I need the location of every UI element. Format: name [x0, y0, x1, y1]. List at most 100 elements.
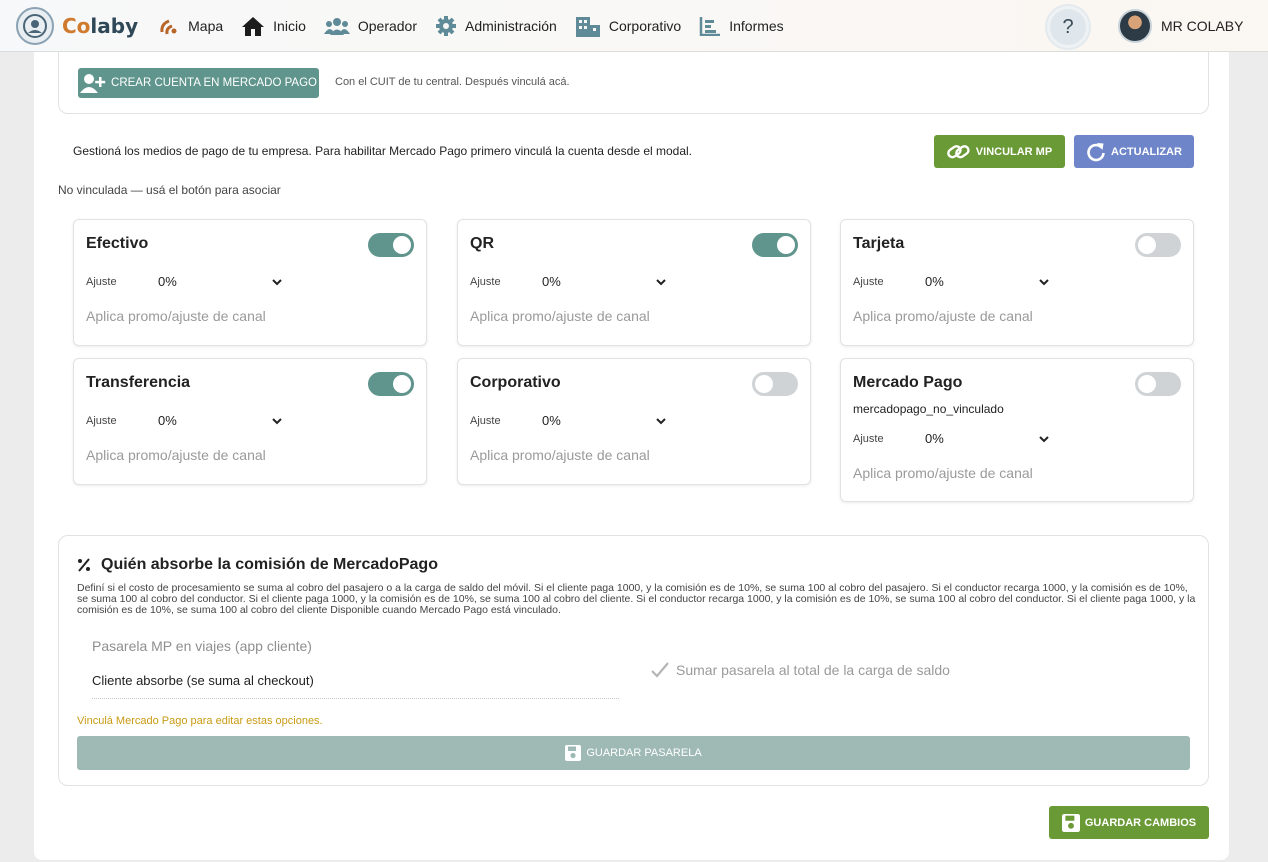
toggle-knob	[393, 375, 411, 393]
promo-hint: Aplica promo/ajuste de canal	[470, 447, 650, 463]
top-navbar: Colaby Mapa Inicio Operador Administraci…	[0, 0, 1268, 52]
user-plus-icon	[80, 74, 106, 93]
nav-label: Informes	[729, 17, 784, 34]
payment-method-card-tarjeta: Tarjeta Ajuste 0% Aplica promo/ajuste de…	[840, 219, 1194, 346]
payment-method-card-qr: QR Ajuste 0% Aplica promo/ajuste de cana…	[457, 219, 811, 346]
main-panel: CREAR CUENTA EN MERCADO PAGO Con el CUIT…	[34, 48, 1229, 860]
refresh-icon	[1087, 142, 1105, 161]
adjust-value: 0%	[542, 413, 561, 428]
gear-icon	[436, 15, 457, 36]
adjust-label: Ajuste	[86, 415, 117, 427]
promo-hint: Aplica promo/ajuste de canal	[470, 308, 650, 324]
nav-label: Operador	[357, 17, 418, 34]
user-menu[interactable]: MR COLABY	[1118, 9, 1243, 43]
adjust-select-qr[interactable]: 0%	[542, 274, 666, 289]
actualizar-button[interactable]: ACTUALIZAR	[1074, 135, 1194, 168]
commission-warning: Vinculá Mercado Pago para editar estas o…	[77, 715, 323, 727]
map-icon	[160, 19, 177, 34]
nav-label: Administración	[465, 17, 557, 34]
nav-item-operador[interactable]: Operador	[323, 16, 418, 36]
chevron-down-icon	[656, 417, 666, 424]
commission-title-text: Quién absorbe la comisión de MercadoPago	[101, 556, 438, 573]
actualizar-label: ACTUALIZAR	[1111, 145, 1182, 158]
link-icon	[946, 144, 970, 158]
adjust-value: 0%	[925, 431, 944, 446]
save-changes-label: GUARDAR CAMBIOS	[1084, 816, 1197, 829]
toggle-corporativo[interactable]	[752, 372, 798, 396]
payment-method-title: Transferencia	[86, 374, 191, 391]
nav-label: Inicio	[273, 17, 306, 34]
nav-item-inicio[interactable]: Inicio	[241, 15, 306, 37]
percent-icon	[78, 558, 90, 572]
payment-method-title: Efectivo	[86, 235, 149, 252]
adjust-select-transferencia[interactable]: 0%	[158, 413, 282, 428]
toggle-mercado-pago[interactable]	[1135, 372, 1181, 396]
toggle-tarjeta[interactable]	[1135, 233, 1181, 257]
chevron-down-icon	[656, 278, 666, 285]
payment-method-card-transferencia: Transferencia Ajuste 0% Aplica promo/aju…	[73, 358, 427, 485]
payment-methods-intro: Gestioná los medios de pago de tu empres…	[73, 144, 693, 158]
commission-description: Definí si el costo de procesamiento se s…	[77, 582, 1196, 616]
toggle-efectivo[interactable]	[368, 233, 414, 257]
payment-method-title: QR	[470, 235, 494, 252]
chevron-down-icon	[1039, 278, 1049, 285]
building-icon	[575, 16, 600, 37]
mp-link-status: No vinculada — usá el botón para asociar	[58, 183, 281, 197]
chart-icon	[699, 16, 721, 36]
save-icon	[1061, 813, 1080, 832]
save-pasarela-button[interactable]: GUARDAR PASARELA	[77, 736, 1190, 770]
toggle-knob	[393, 236, 411, 254]
create-mp-account-label: CREAR CUENTA EN MERCADO PAGO	[111, 77, 317, 89]
create-mp-account-button[interactable]: CREAR CUENTA EN MERCADO PAGO	[78, 68, 319, 98]
help-icon: ?	[1062, 15, 1074, 38]
payment-method-card-mercado-pago: Mercado Pago mercadopago_no_vinculado Aj…	[840, 358, 1194, 502]
mp-commission-section: Quién absorbe la comisión de MercadoPago…	[58, 535, 1209, 786]
adjust-select-mercado-pago[interactable]: 0%	[925, 431, 1049, 446]
chevron-down-icon	[272, 417, 282, 424]
logo-badge-icon	[16, 6, 54, 45]
promo-hint: Aplica promo/ajuste de canal	[86, 308, 266, 324]
brand-logo[interactable]: Colaby	[16, 6, 139, 45]
adjust-select-corporativo[interactable]: 0%	[542, 413, 666, 428]
brand-name: Colaby	[62, 13, 139, 38]
nav-item-mapa[interactable]: Mapa	[158, 16, 223, 36]
vincular-mp-button[interactable]: VINCULAR MP	[934, 135, 1065, 168]
home-icon	[242, 16, 265, 36]
payment-method-card-corporativo: Corporativo Ajuste 0% Aplica promo/ajust…	[457, 358, 811, 485]
adjust-value: 0%	[925, 274, 944, 289]
nav-item-administracion[interactable]: Administración	[435, 15, 557, 37]
nav-item-corporativo[interactable]: Corporativo	[575, 15, 681, 37]
adjust-label: Ajuste	[853, 433, 884, 445]
save-changes-button[interactable]: GUARDAR CAMBIOS	[1049, 806, 1209, 839]
create-mp-hint: Con el CUIT de tu central. Después vincu…	[335, 76, 570, 88]
save-icon	[565, 745, 582, 761]
toggle-qr[interactable]	[752, 233, 798, 257]
promo-hint: Aplica promo/ajuste de canal	[86, 447, 266, 463]
chevron-down-icon	[272, 278, 282, 285]
payment-method-title: Corporativo	[470, 374, 561, 391]
nav-item-informes[interactable]: Informes	[699, 16, 784, 36]
promo-hint: Aplica promo/ajuste de canal	[853, 308, 1033, 324]
adjust-select-efectivo[interactable]: 0%	[158, 274, 282, 289]
adjust-value: 0%	[158, 413, 177, 428]
user-name: MR COLABY	[1161, 18, 1244, 34]
check-icon	[651, 662, 669, 678]
pasarela-field-label: Pasarela MP en viajes (app cliente)	[92, 638, 312, 654]
pasarela-underline	[92, 698, 619, 699]
adjust-label: Ajuste	[86, 276, 117, 288]
toggle-transferencia[interactable]	[368, 372, 414, 396]
toggle-knob	[1138, 236, 1156, 254]
toggle-knob	[1138, 375, 1156, 393]
sumar-pasarela-label: Sumar pasarela al total de la carga de s…	[676, 662, 950, 678]
commission-title: Quién absorbe la comisión de MercadoPago	[77, 556, 438, 574]
mp-link-code: mercadopago_no_vinculado	[853, 402, 1004, 416]
mp-account-card: CREAR CUENTA EN MERCADO PAGO Con el CUIT…	[58, 48, 1209, 114]
adjust-label: Ajuste	[470, 415, 501, 427]
sumar-pasarela-checkbox[interactable]: Sumar pasarela al total de la carga de s…	[650, 661, 950, 679]
adjust-select-tarjeta[interactable]: 0%	[925, 274, 1049, 289]
users-icon	[323, 17, 350, 35]
toggle-knob	[777, 236, 795, 254]
pasarela-select[interactable]: Cliente absorbe (se suma al checkout)	[92, 673, 314, 688]
help-button[interactable]: ?	[1047, 6, 1089, 48]
payment-method-card-efectivo: Efectivo Ajuste 0% Aplica promo/ajuste d…	[73, 219, 427, 346]
